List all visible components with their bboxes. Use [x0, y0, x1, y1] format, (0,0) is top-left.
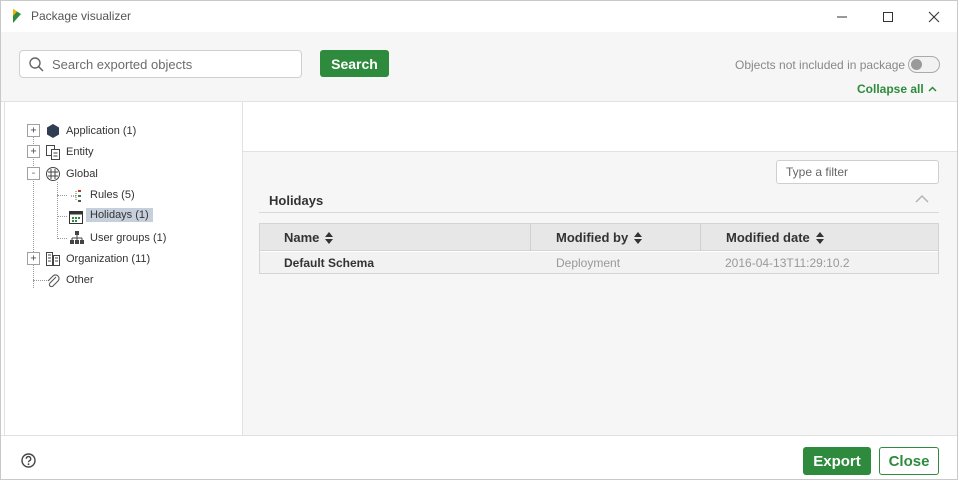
chevron-up-icon[interactable] — [915, 194, 929, 204]
column-label: Name — [284, 230, 320, 245]
column-label: Modified date — [726, 230, 810, 245]
expand-organization-toggle[interactable]: + — [27, 252, 40, 265]
cell-modified-date: 2016-04-13T11:29:10.2 — [725, 255, 850, 270]
tree-item-user-groups[interactable]: User groups (1) — [90, 232, 166, 244]
maximize-icon — [883, 11, 893, 22]
cell-modified-by: Deployment — [556, 255, 621, 270]
objects-not-included-toggle[interactable] — [908, 56, 940, 73]
paperclip-icon — [47, 274, 60, 288]
minimize-icon — [837, 16, 847, 17]
tree-connector — [57, 216, 67, 217]
rules-icon — [71, 190, 81, 202]
title-bar: Package visualizer — [1, 1, 957, 32]
close-button[interactable]: Close — [879, 447, 939, 475]
dialog-footer: Export Close — [1, 435, 957, 479]
tree-item-application[interactable]: Application (1) — [66, 125, 136, 137]
package-visualizer-window: Package visualizer Search Objects not in… — [0, 0, 958, 480]
tree-item-entity[interactable]: Entity — [66, 146, 94, 158]
search-box[interactable] — [19, 50, 302, 78]
search-button[interactable]: Search — [320, 50, 389, 77]
column-header-modified-date[interactable]: Modified date — [726, 224, 824, 251]
user-groups-icon — [70, 231, 84, 244]
table-header: Name Modified by Modified date — [260, 224, 938, 251]
calendar-icon — [69, 211, 83, 224]
expand-application-toggle[interactable]: + — [27, 124, 40, 137]
details-panel: Holidays Name Modified by Modified date — [243, 152, 957, 435]
column-divider — [700, 224, 701, 251]
column-divider — [530, 224, 531, 251]
collapse-global-toggle[interactable]: - — [27, 167, 40, 180]
sort-icon — [325, 231, 334, 244]
section-divider — [259, 212, 939, 213]
search-input[interactable] — [52, 55, 292, 74]
tree-item-rules[interactable]: Rules (5) — [90, 189, 135, 201]
app-logo-icon — [13, 9, 21, 23]
minimize-button[interactable] — [819, 1, 865, 32]
search-icon — [29, 57, 44, 72]
tree-connector — [33, 137, 34, 288]
sort-icon — [634, 231, 643, 244]
search-toolbar: Search Objects not included in package C… — [1, 32, 957, 102]
column-header-name[interactable]: Name — [284, 224, 334, 251]
entity-icon — [46, 145, 60, 160]
toggle-knob — [911, 59, 922, 70]
table-row[interactable]: Default Schema Deployment 2016-04-13T11:… — [260, 252, 938, 273]
window-title: Package visualizer — [31, 9, 132, 23]
section-title: Holidays — [269, 193, 324, 208]
column-label: Modified by — [556, 230, 629, 245]
holidays-table: Name Modified by Modified date Default S… — [259, 223, 939, 274]
chevron-up-icon — [928, 86, 937, 92]
globe-icon — [46, 167, 60, 181]
close-icon — [928, 11, 940, 22]
close-window-button[interactable] — [911, 1, 957, 32]
column-header-modified-by[interactable]: Modified by — [556, 224, 643, 251]
object-tree: + Application (1) + Entity - Global Rule… — [4, 102, 243, 435]
export-button[interactable]: Export — [803, 447, 871, 475]
sort-icon — [815, 231, 824, 244]
hexagon-icon — [47, 124, 59, 138]
tree-item-organization[interactable]: Organization (11) — [66, 253, 150, 265]
cell-name: Default Schema — [284, 255, 375, 270]
tree-connector — [57, 238, 67, 239]
filter-input[interactable] — [776, 160, 939, 184]
maximize-button[interactable] — [865, 1, 911, 32]
tree-item-holidays[interactable]: Holidays (1) — [86, 208, 153, 222]
organization-icon — [46, 252, 60, 266]
tree-connector — [57, 182, 58, 239]
collapse-all-link[interactable]: Collapse all — [857, 82, 937, 96]
collapse-all-label: Collapse all — [857, 82, 924, 96]
tree-item-global[interactable]: Global — [66, 168, 98, 180]
tree-connector — [57, 195, 67, 196]
toggle-label: Objects not included in package — [735, 58, 906, 72]
details-header — [243, 102, 957, 152]
help-icon[interactable] — [21, 453, 36, 468]
expand-entity-toggle[interactable]: + — [27, 145, 40, 158]
tree-item-other[interactable]: Other — [66, 274, 94, 286]
